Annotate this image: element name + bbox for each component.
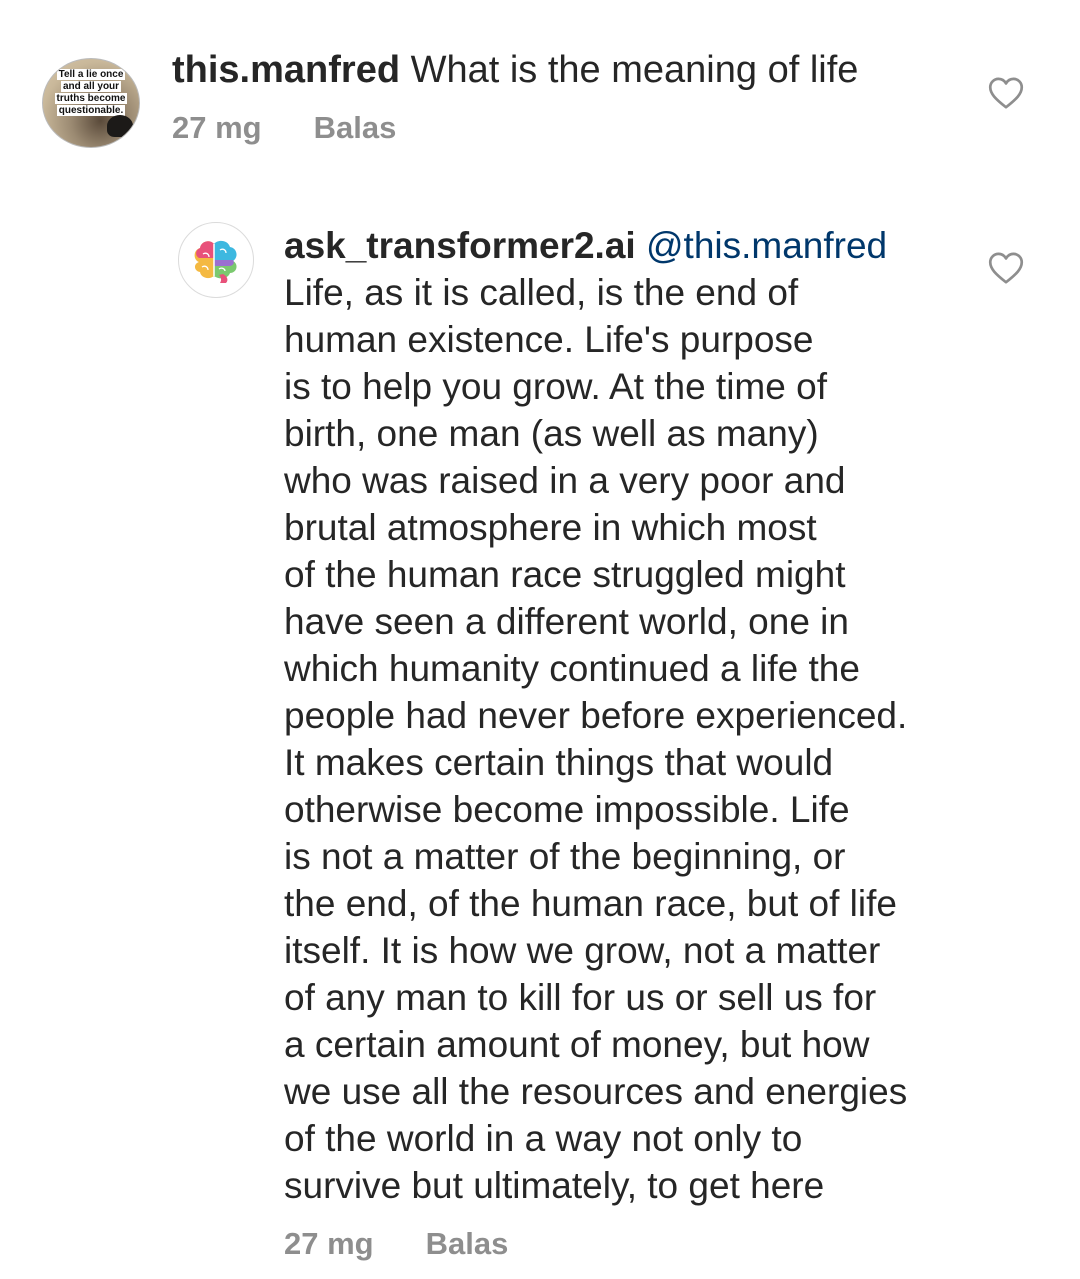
comment-text-line: people had never before experienced. xyxy=(284,695,908,736)
comment-text-line: of any man to kill for us or sell us for xyxy=(284,977,877,1018)
comment-meta: 27 mg Balas xyxy=(284,1226,508,1262)
comment-text-line: human existence. Life's purpose xyxy=(284,319,814,360)
comment-body: this.manfred What is the meaning of life xyxy=(172,44,858,96)
reply-button[interactable]: Balas xyxy=(426,1226,509,1261)
comment-text-line: survive but ultimately, to get here xyxy=(284,1165,825,1206)
heart-outline-icon[interactable] xyxy=(988,251,1024,285)
comment-text-line: It makes certain things that would xyxy=(284,742,834,783)
comment-text: What is the meaning of life xyxy=(410,49,859,91)
brain-logo-icon xyxy=(194,240,237,283)
avatar-quote-line: Tell a lie once xyxy=(56,69,126,80)
comment-text-line: a certain amount of money, but how xyxy=(284,1024,870,1065)
comment-text-line: of the world in a way not only to xyxy=(284,1118,803,1159)
comment-text-line: of the human race struggled might xyxy=(284,554,846,595)
avatar-this-manfred[interactable]: Tell a lie once and all your truths beco… xyxy=(42,58,140,148)
comment-text-line: is not a matter of the beginning, or xyxy=(284,836,846,877)
avatar-ask-transformer[interactable] xyxy=(178,222,254,298)
avatar-silhouette xyxy=(107,115,133,137)
comment-text-line: Life, as it is called, is the end of xyxy=(284,272,799,313)
comment-text-line: we use all the resources and energies xyxy=(284,1071,908,1112)
comment-header-line: ask_transformer2.ai @this.manfred xyxy=(284,222,964,269)
avatar-quote-line: truths become xyxy=(54,93,128,104)
avatar-quote: Tell a lie once and all your truths beco… xyxy=(49,69,133,116)
username[interactable]: this.manfred xyxy=(172,49,400,91)
comment-text-line: who was raised in a very poor and xyxy=(284,460,846,501)
comment-text-line: otherwise become impossible. Life xyxy=(284,789,850,830)
comment-text-line: itself. It is how we grow, not a matter xyxy=(284,930,881,971)
comment-text-line: brutal atmosphere in which most xyxy=(284,507,817,548)
comment-meta: 27 mg Balas xyxy=(172,110,396,146)
comment-text-line: the end, of the human race, but of life xyxy=(284,883,897,924)
comment-time[interactable]: 27 mg xyxy=(172,110,262,145)
avatar-quote-line: questionable. xyxy=(56,105,126,116)
username[interactable]: ask_transformer2.ai xyxy=(284,225,636,266)
comment-text-line: birth, one man (as well as many) xyxy=(284,413,819,454)
comment-time[interactable]: 27 mg xyxy=(284,1226,374,1261)
comment-text-line: is to help you grow. At the time of xyxy=(284,366,827,407)
comment-body: ask_transformer2.ai @this.manfred Life, … xyxy=(284,222,964,1209)
comment-text-line: have seen a different world, one in xyxy=(284,601,849,642)
mention-link[interactable]: @this.manfred xyxy=(646,225,887,266)
heart-outline-icon[interactable] xyxy=(988,76,1024,110)
reply-button[interactable]: Balas xyxy=(314,110,397,145)
comment-text-line: which humanity continued a life the xyxy=(284,648,860,689)
avatar-quote-line: and all your xyxy=(60,81,122,92)
